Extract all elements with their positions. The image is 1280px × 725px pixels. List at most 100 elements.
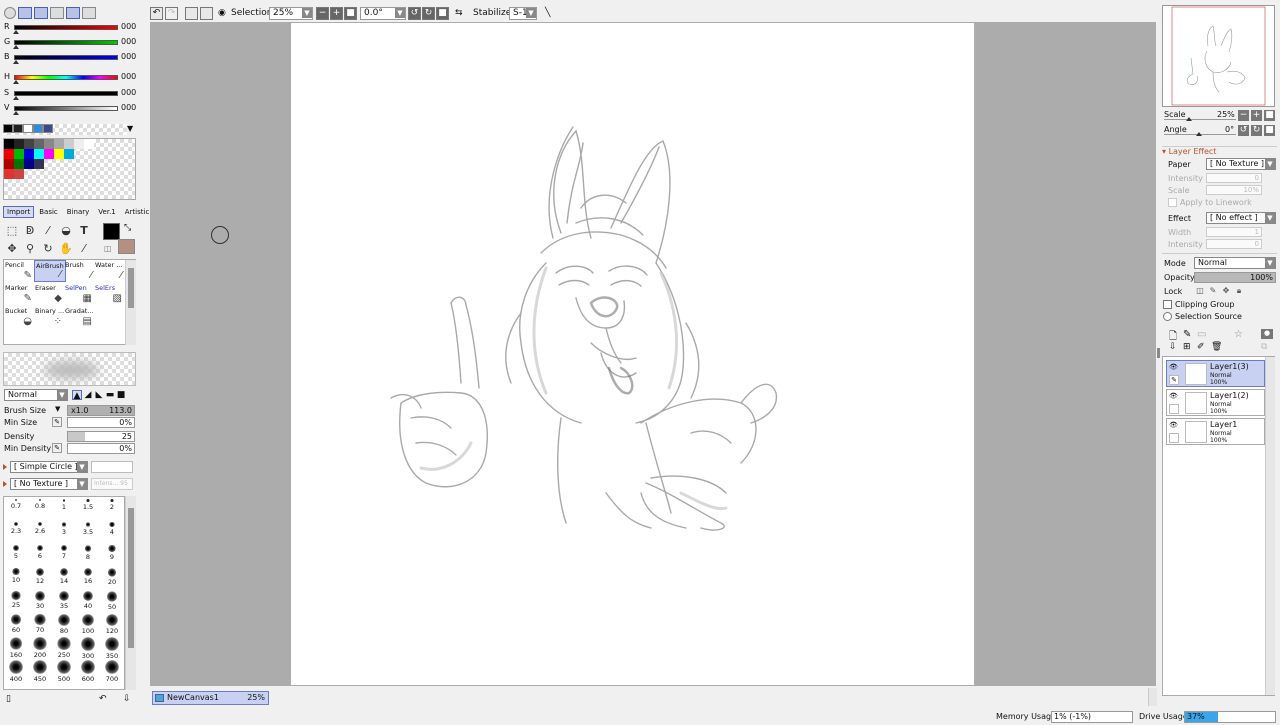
palette-swatch[interactable] xyxy=(4,169,14,179)
brush-selers[interactable]: SelErs ▧ xyxy=(94,283,126,305)
brush-size-preset[interactable]: 14 xyxy=(52,566,76,589)
palette-swatch[interactable] xyxy=(54,139,64,149)
undo-icon[interactable]: ↶ xyxy=(150,7,163,20)
scale-plus-icon[interactable]: + xyxy=(1251,110,1262,121)
effect-dropdown[interactable]: [ No effect ] ▼ xyxy=(1206,212,1276,224)
brush-size-preset[interactable]: 450 xyxy=(28,658,52,683)
brush-size-preset[interactable]: 12 xyxy=(28,566,52,589)
brush-size-preset[interactable]: 16 xyxy=(76,566,100,589)
move-icon[interactable]: ✥ xyxy=(3,240,21,257)
rect-select-icon[interactable]: ⬚ xyxy=(3,222,21,239)
brush-size-preset[interactable]: 20 xyxy=(100,566,124,589)
size-presets-scroll-thumb[interactable] xyxy=(128,508,134,648)
blue-slider[interactable]: B 000 xyxy=(3,52,137,66)
swap-colors-icon[interactable]: ⤡ xyxy=(124,223,131,233)
angle-reset-icon[interactable]: ■ xyxy=(1264,125,1275,136)
rotate-icon[interactable]: ↻ xyxy=(39,240,57,257)
zoom-in-icon[interactable]: + xyxy=(330,7,343,20)
angle-handle[interactable] xyxy=(1196,132,1202,136)
zoom-icon[interactable]: ⚲ xyxy=(21,240,39,257)
lock-all-icon[interactable]: 🔒︎ xyxy=(1234,286,1244,296)
brush-size-preset[interactable]: 500 xyxy=(52,658,76,683)
scale-minus-icon[interactable]: − xyxy=(1238,110,1249,121)
layer-row[interactable]: 👁︎ ✎ Layer1(3) Normal 100% xyxy=(1166,360,1265,387)
tab-artistic[interactable]: Artistic xyxy=(121,206,154,218)
tab-basic[interactable]: Basic xyxy=(35,206,62,218)
brush-panel-scroll-thumb[interactable] xyxy=(128,268,134,308)
new-folder-icon[interactable]: ▭ xyxy=(1197,329,1206,340)
deselect-icon[interactable] xyxy=(185,7,198,20)
canvas-viewport[interactable] xyxy=(150,22,1156,686)
stabilizer-dropdown[interactable]: S-1 ▼ xyxy=(509,7,537,20)
main-color-swatch[interactable] xyxy=(103,223,120,240)
lock-move-icon[interactable]: ✥ xyxy=(1221,286,1231,296)
expand-arrow-icon[interactable] xyxy=(3,481,7,487)
apply-linework-checkbox[interactable] xyxy=(1168,198,1177,207)
brush-size-bar[interactable]: x1.0 113.0 xyxy=(67,405,135,416)
rotate-left-icon[interactable]: ↺ xyxy=(408,7,421,20)
brush-gradat[interactable]: Gradat... ▤ xyxy=(64,306,96,328)
tab-ver1[interactable]: Ver.1 xyxy=(94,206,119,218)
brush-size-preset[interactable]: 300 xyxy=(76,635,100,660)
brush-binary[interactable]: Binary ... ⁘ xyxy=(34,306,66,328)
saturation-handle[interactable] xyxy=(13,96,19,100)
density-bar[interactable]: 25 xyxy=(67,431,135,442)
rotate-right-icon[interactable]: ↻ xyxy=(1251,125,1262,136)
brush-size-preset[interactable]: 8 xyxy=(76,543,100,566)
brush-brush[interactable]: Brush ⁄ xyxy=(64,260,96,282)
rotate-left-icon[interactable]: ↺ xyxy=(1238,125,1249,136)
scale-reset-icon[interactable]: ■ xyxy=(1264,110,1275,121)
brush-shape-intensity[interactable] xyxy=(91,461,133,473)
green-handle[interactable] xyxy=(13,45,19,49)
layer-list-scrollbar[interactable] xyxy=(1265,357,1275,695)
rotation-reset-icon[interactable]: ■ xyxy=(436,7,449,20)
recent-color-swatch[interactable] xyxy=(23,124,33,133)
apply-effect-icon[interactable]: ☆ xyxy=(1234,329,1243,340)
brush-size-preset[interactable]: 7 xyxy=(52,543,76,566)
tip-shape-round-icon[interactable]: ◢ xyxy=(83,390,93,400)
palette-swatch[interactable] xyxy=(14,139,24,149)
undo-preset-icon[interactable]: ↶ xyxy=(99,694,107,704)
visibility-eye-icon[interactable]: 👁︎ xyxy=(1169,421,1178,429)
brush-size-preset[interactable]: 30 xyxy=(28,589,52,612)
palette-swatch[interactable] xyxy=(34,149,44,159)
hue-track[interactable] xyxy=(14,75,118,80)
recent-color-swatch[interactable] xyxy=(33,124,43,133)
brush-texture-dropdown[interactable]: [ No Texture ] ▼ xyxy=(10,478,88,490)
text-tool-icon[interactable]: T xyxy=(75,222,93,239)
hue-handle[interactable] xyxy=(13,80,19,84)
green-slider[interactable]: G 000 xyxy=(3,37,137,51)
tab-binary[interactable]: Binary xyxy=(63,206,94,218)
palette-swatch[interactable] xyxy=(74,139,84,149)
brush-size-preset[interactable]: 2.6 xyxy=(28,520,52,543)
layer-lock-icon[interactable] xyxy=(1169,404,1179,414)
value-track[interactable] xyxy=(14,106,118,111)
selection-source-checkbox[interactable] xyxy=(1163,312,1172,321)
rotation-dropdown[interactable]: 0.0° ▼ xyxy=(360,7,406,20)
value-slider[interactable]: V 000 xyxy=(3,103,137,117)
brush-size-preset[interactable]: 70 xyxy=(28,612,52,635)
blue-handle[interactable] xyxy=(13,60,19,64)
brush-size-preset[interactable]: 80 xyxy=(52,612,76,635)
brush-size-preset[interactable]: 10 xyxy=(4,566,28,589)
layer-row[interactable]: 👁︎ Layer1 Normal 100% xyxy=(1166,418,1265,445)
sub-color-swatch[interactable] xyxy=(118,239,135,254)
zoom-out-icon[interactable]: − xyxy=(316,7,329,20)
pressure-icon[interactable]: ✎ xyxy=(52,443,62,453)
layer-effect-header[interactable]: ▾ Layer Effect xyxy=(1162,147,1216,156)
lock-paint-icon[interactable]: ✎ xyxy=(1208,286,1218,296)
red-track[interactable] xyxy=(14,25,118,30)
scale-handle[interactable] xyxy=(1186,117,1192,121)
new-linework-layer-icon[interactable]: ✎ xyxy=(1183,329,1191,340)
brush-size-preset[interactable]: 4 xyxy=(100,520,124,543)
brush-size-preset[interactable]: 50 xyxy=(100,589,124,612)
palette-swatch[interactable] xyxy=(4,139,14,149)
expand-arrow-icon[interactable] xyxy=(3,464,7,470)
palette-swatch[interactable] xyxy=(24,149,34,159)
brush-size-preset[interactable]: 6 xyxy=(28,543,52,566)
opacity-bar[interactable]: 100% xyxy=(1194,272,1276,283)
palette-swatch[interactable] xyxy=(4,159,14,169)
brush-size-preset[interactable]: 60 xyxy=(4,612,28,635)
palette-swatch[interactable] xyxy=(44,149,54,159)
recent-colors-dropdown-icon[interactable]: ▼ xyxy=(127,124,133,133)
